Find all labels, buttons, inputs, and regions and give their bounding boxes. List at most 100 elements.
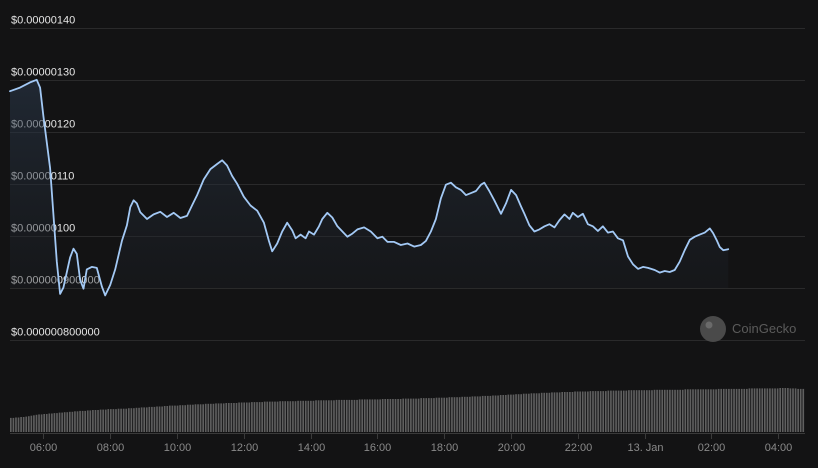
volume-bar <box>220 403 222 432</box>
volume-bar <box>27 416 30 432</box>
volume-bar <box>376 399 379 432</box>
volume-bar <box>643 390 646 432</box>
volume-bar <box>86 410 89 432</box>
y-tick-label: $0.00000140 <box>11 15 75 27</box>
volume-bar <box>38 414 40 432</box>
volume-bar <box>84 410 87 432</box>
volume-bar <box>763 388 766 432</box>
volume-bar <box>710 389 712 432</box>
volume-bar <box>728 388 730 432</box>
volume-bars <box>10 388 805 432</box>
volume-bar <box>163 406 166 432</box>
volume-bar <box>171 405 174 432</box>
volume-bar <box>361 399 363 432</box>
volume-bar <box>297 400 299 432</box>
volume-bar <box>525 393 528 432</box>
volume-bar <box>594 391 597 432</box>
volume-bar <box>602 391 605 432</box>
volume-bar <box>758 388 761 432</box>
volume-bar <box>648 390 651 432</box>
volume-bar <box>358 399 361 432</box>
volume-bar <box>299 400 302 432</box>
volume-bar <box>494 395 497 432</box>
volume-bar <box>707 389 710 432</box>
volume-bar <box>463 396 466 432</box>
volume-bar <box>769 388 771 432</box>
volume-bar <box>125 408 128 432</box>
volume-bar <box>469 396 471 432</box>
volume-bar <box>697 389 699 432</box>
volume-bar <box>702 389 705 432</box>
volume-bar <box>589 391 592 432</box>
volume-bar <box>507 394 510 432</box>
volume-bar <box>227 403 230 432</box>
volume-bar <box>120 408 122 432</box>
volume-bar <box>743 388 746 432</box>
volume-bar <box>635 390 638 432</box>
volume-bar <box>99 409 102 432</box>
volume-bar <box>766 388 769 432</box>
volume-bar <box>235 403 238 432</box>
volume-bar <box>140 407 143 432</box>
volume-bar <box>440 397 443 432</box>
volume-bar <box>181 405 184 432</box>
volume-bar <box>687 389 689 432</box>
volume-bar <box>225 403 228 432</box>
volume-bar <box>251 402 253 432</box>
volume-bar <box>784 388 787 432</box>
volume-bar <box>302 400 305 432</box>
volume-bar <box>97 410 99 432</box>
volume-bar <box>389 399 392 432</box>
volume-bar <box>735 388 738 432</box>
volume-bar <box>379 399 381 432</box>
volume-bar <box>374 399 376 432</box>
price-area <box>10 79 729 296</box>
volume-bar <box>51 413 53 432</box>
volume-bar <box>653 389 656 432</box>
volume-bar <box>492 395 494 432</box>
volume-bar <box>284 401 287 432</box>
volume-bar <box>458 397 461 432</box>
volume-bar <box>194 404 197 432</box>
volume-bar <box>92 410 94 432</box>
volume-bar <box>58 412 61 432</box>
volume-bar <box>802 388 805 432</box>
x-tick-label: 10:00 <box>164 442 192 454</box>
volume-bar <box>204 403 207 432</box>
volume-bar <box>127 408 130 432</box>
volume-bar <box>279 401 281 432</box>
volume-bar <box>404 398 407 432</box>
x-tick-label: 14:00 <box>298 442 326 454</box>
volume-bar <box>81 410 84 432</box>
volume-bar <box>17 417 20 432</box>
volume-bar <box>553 392 556 432</box>
volume-bar <box>253 402 256 432</box>
volume-bar <box>748 388 751 432</box>
volume-bar <box>292 401 294 432</box>
volume-bar <box>248 402 251 432</box>
volume-bar <box>740 388 743 432</box>
volume-bar <box>646 390 648 432</box>
volume-bar <box>233 403 235 432</box>
volume-bar <box>756 388 758 432</box>
volume-bar <box>53 413 56 432</box>
volume-bar <box>438 397 440 432</box>
volume-bar <box>779 388 782 432</box>
volume-bar <box>489 395 492 432</box>
x-tick-label: 18:00 <box>431 442 459 454</box>
volume-bar <box>579 391 581 432</box>
volume-bar <box>328 400 330 432</box>
volume-bar <box>184 405 187 432</box>
volume-bar <box>207 403 210 432</box>
volume-bar <box>638 390 640 432</box>
volume-bar <box>738 388 740 432</box>
volume-bar <box>535 393 538 432</box>
volume-bar <box>148 406 151 432</box>
volume-bar <box>107 409 110 432</box>
price-area-fill <box>10 79 729 296</box>
volume-bar <box>399 399 402 432</box>
volume-bar <box>310 400 312 432</box>
volume-bar <box>625 390 628 432</box>
volume-bar <box>587 391 589 432</box>
volume-bar <box>689 389 692 432</box>
